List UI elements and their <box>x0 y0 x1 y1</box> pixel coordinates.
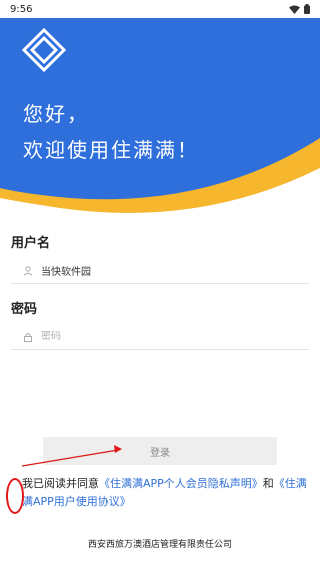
wifi-icon <box>289 5 300 14</box>
greeting-line-1: 您好， <box>23 102 89 126</box>
status-bar: 9:56 <box>0 0 320 18</box>
username-input[interactable] <box>41 265 291 276</box>
agreement-prefix: 我已阅读并同意 <box>22 477 99 490</box>
battery-icon <box>304 4 310 14</box>
password-input[interactable] <box>41 331 291 342</box>
login-button[interactable]: 登录 <box>43 437 277 465</box>
footer-company: 西安西旅万澳酒店管理有限责任公司 <box>87 540 232 550</box>
status-time: 9:56 <box>10 3 33 15</box>
username-label: 用户名 <box>11 236 51 251</box>
agreement-conjunction: 和 <box>262 477 274 490</box>
user-icon <box>20 263 36 279</box>
header-banner: 您好， 欢迎使用住满满！ <box>0 18 320 218</box>
username-field-row <box>11 258 309 284</box>
greeting-line-2: 欢迎使用住满满！ <box>23 138 199 162</box>
status-icons <box>289 4 310 14</box>
privacy-policy-link[interactable]: 《住满满APP个人会员隐私声明》 <box>99 477 263 490</box>
lock-icon <box>20 329 36 345</box>
password-field-row <box>11 324 309 350</box>
password-label: 密码 <box>11 302 38 317</box>
agreement-text: 我已阅读并同意《住满满APP个人会员隐私声明》和《住满满APP用户使用协议》 <box>22 475 312 511</box>
agreement-checkbox[interactable] <box>6 478 24 514</box>
app-logo <box>22 28 66 72</box>
